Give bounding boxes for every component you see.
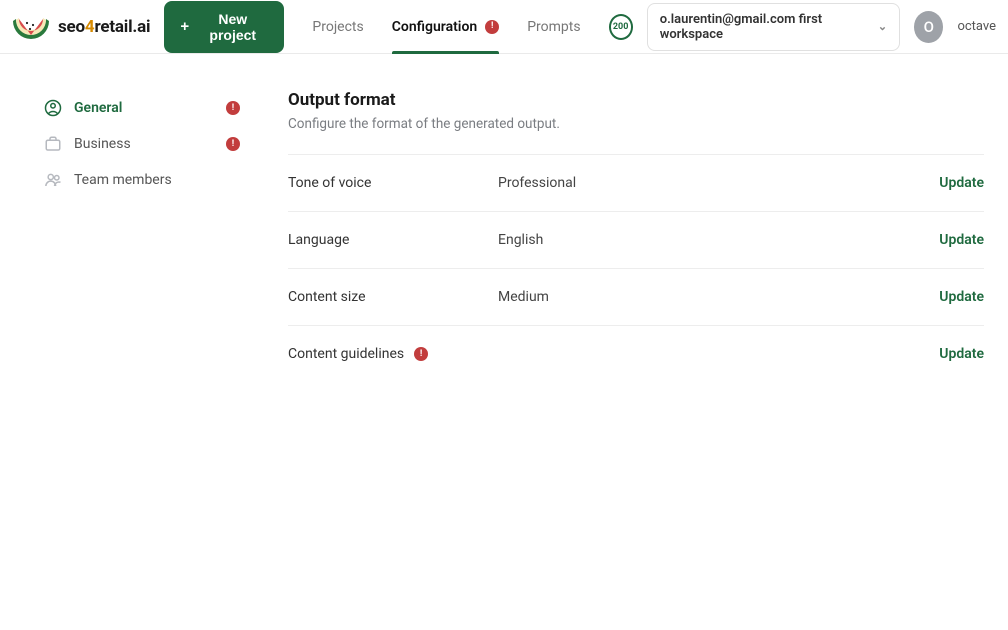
alert-icon: ! [226, 101, 240, 115]
update-button[interactable]: Update [939, 232, 984, 248]
alert-icon: ! [226, 137, 240, 151]
workspace-label: o.laurentin@gmail.com first workspace [660, 12, 868, 42]
update-button[interactable]: Update [939, 175, 984, 191]
main: General ! Business ! Team members Output… [0, 54, 1008, 382]
logo-text: seo4retail.ai [58, 17, 150, 37]
sidebar-item-label: Business [74, 136, 214, 152]
new-project-label: New project [197, 11, 268, 43]
nav-tabs: Projects Configuration ! Prompts [312, 0, 580, 54]
alert-icon: ! [414, 347, 428, 361]
tab-configuration[interactable]: Configuration ! [392, 0, 499, 54]
new-project-button[interactable]: + New project [164, 1, 284, 53]
workspace-selector[interactable]: o.laurentin@gmail.com first workspace ⌄ [647, 3, 900, 51]
tab-prompts[interactable]: Prompts [527, 0, 580, 54]
row-value: Professional [498, 175, 939, 191]
sidebar-item-team-members[interactable]: Team members [36, 162, 248, 198]
logo-text-post: retail.ai [94, 17, 150, 37]
avatar[interactable]: O [914, 11, 943, 43]
logo[interactable]: seo4retail.ai [10, 13, 150, 41]
users-icon [44, 171, 62, 189]
row-key-text: Content size [288, 289, 366, 305]
username-label: octave [957, 19, 996, 34]
avatar-initial: O [924, 18, 934, 36]
row-key: Content guidelines ! [288, 346, 498, 362]
alert-icon: ! [485, 20, 499, 34]
update-button[interactable]: Update [939, 289, 984, 305]
tab-label: Projects [312, 19, 363, 35]
chevron-down-icon: ⌄ [878, 20, 887, 33]
sidebar: General ! Business ! Team members [36, 90, 248, 382]
plus-icon: + [180, 19, 189, 34]
credits-badge[interactable]: 200 [609, 14, 633, 40]
row-tone-of-voice: Tone of voice Professional Update [288, 155, 984, 212]
sidebar-item-label: Team members [74, 172, 214, 188]
row-value: Medium [498, 289, 939, 305]
tab-label: Configuration [392, 19, 477, 35]
user-circle-icon [44, 99, 62, 117]
tab-projects[interactable]: Projects [312, 0, 363, 54]
content: Output format Configure the format of th… [288, 90, 984, 382]
sidebar-item-label: General [74, 100, 214, 116]
topbar: seo4retail.ai + New project Projects Con… [0, 0, 1008, 54]
row-key: Language [288, 232, 498, 248]
logo-text-pre: seo [58, 17, 85, 37]
row-content-size: Content size Medium Update [288, 269, 984, 326]
row-key: Content size [288, 289, 498, 305]
briefcase-icon [44, 135, 62, 153]
row-key: Tone of voice [288, 175, 498, 191]
tab-label: Prompts [527, 19, 580, 35]
row-content-guidelines: Content guidelines ! Update [288, 326, 984, 382]
row-value: English [498, 232, 939, 248]
row-key-text: Tone of voice [288, 175, 371, 191]
update-button[interactable]: Update [939, 346, 984, 362]
watermelon-logo-icon [10, 13, 52, 41]
page-title: Output format [288, 90, 984, 110]
sidebar-item-business[interactable]: Business ! [36, 126, 248, 162]
credits-value: 200 [613, 22, 629, 32]
row-key-text: Language [288, 232, 349, 248]
row-language: Language English Update [288, 212, 984, 269]
sidebar-item-general[interactable]: General ! [36, 90, 248, 126]
page-description: Configure the format of the generated ou… [288, 116, 984, 132]
row-key-text: Content guidelines [288, 346, 404, 362]
